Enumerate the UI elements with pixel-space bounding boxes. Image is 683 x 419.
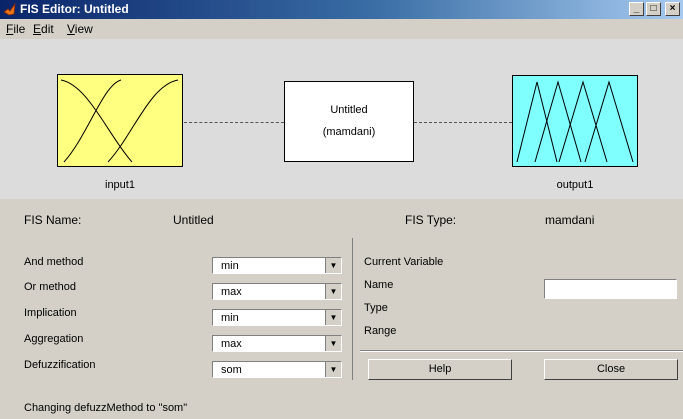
- fis-name-value: Untitled: [173, 213, 214, 227]
- fis-name-label: FIS Name:: [24, 213, 82, 227]
- menu-file[interactable]: File: [6, 22, 25, 36]
- fis-type-label: FIS Type:: [405, 213, 457, 227]
- status-message: Changing defuzzMethod to "som": [24, 402, 188, 414]
- status-bar: Changing defuzzMethod to "som": [0, 382, 683, 419]
- current-variable-heading: Current Variable: [364, 256, 444, 268]
- implication-label: Implication: [24, 307, 77, 319]
- aggregation-label: Aggregation: [24, 333, 84, 345]
- system-type: (mamdani): [322, 126, 376, 138]
- and-method-value: min: [221, 260, 239, 272]
- implication-select[interactable]: min ▼: [212, 309, 342, 326]
- aggregation-value: max: [221, 338, 242, 350]
- chevron-down-icon: ▼: [325, 336, 341, 351]
- maximize-button[interactable]: □: [646, 2, 661, 16]
- system-name: Untitled: [330, 104, 368, 116]
- input-variable-label: input1: [105, 179, 135, 191]
- divider: [360, 350, 683, 352]
- fis-diagram: input1 Untitled (mamdani) output1: [0, 39, 683, 199]
- fis-info-bar: FIS Name: Untitled FIS Type: mamdani: [0, 205, 683, 235]
- output-variable-box[interactable]: [512, 75, 638, 167]
- defuzzification-select[interactable]: som ▼: [212, 361, 342, 378]
- input-membership-functions-plot: [60, 79, 179, 163]
- defuzzification-value: som: [221, 364, 242, 376]
- minimize-button[interactable]: _: [629, 2, 644, 16]
- and-method-label: And method: [24, 256, 84, 268]
- close-window-button[interactable]: ×: [665, 2, 680, 16]
- fis-type-value: mamdani: [545, 213, 595, 227]
- variable-type-label: Type: [364, 302, 388, 314]
- current-variable-panel: Current Variable Name Type Range Help Cl…: [354, 238, 683, 380]
- menu-bar: File Edit View: [0, 19, 683, 39]
- menu-edit[interactable]: Edit: [33, 22, 54, 36]
- variable-name-label: Name: [364, 279, 394, 291]
- input-variable-box[interactable]: [57, 74, 183, 167]
- or-method-label: Or method: [24, 281, 76, 293]
- help-button[interactable]: Help: [368, 359, 512, 380]
- matlab-logo-icon: [3, 3, 16, 16]
- or-method-select[interactable]: max ▼: [212, 283, 342, 300]
- window-title: FIS Editor: Untitled: [20, 2, 129, 16]
- variable-name-field[interactable]: [544, 279, 677, 299]
- chevron-down-icon: ▼: [325, 258, 341, 273]
- defuzzification-label: Defuzzification: [24, 359, 96, 371]
- output-connector: [414, 122, 512, 123]
- fis-editor-window: FIS Editor: Untitled _ □ × File Edit Vie…: [0, 0, 683, 419]
- methods-panel: And method min ▼ Or method max ▼ Implica…: [15, 238, 353, 380]
- menu-view[interactable]: View: [67, 22, 93, 36]
- title-bar[interactable]: FIS Editor: Untitled _ □ ×: [0, 0, 683, 19]
- input-connector: [184, 122, 284, 123]
- output-variable-label: output1: [556, 179, 594, 191]
- chevron-down-icon: ▼: [325, 362, 341, 377]
- and-method-select[interactable]: min ▼: [212, 257, 342, 274]
- close-button[interactable]: Close: [544, 359, 678, 380]
- or-method-value: max: [221, 286, 242, 298]
- output-membership-functions-plot: [516, 80, 634, 163]
- chevron-down-icon: ▼: [325, 284, 341, 299]
- aggregation-select[interactable]: max ▼: [212, 335, 342, 352]
- chevron-down-icon: ▼: [325, 310, 341, 325]
- variable-range-label: Range: [364, 325, 397, 337]
- implication-value: min: [221, 312, 239, 324]
- fis-system-box[interactable]: Untitled (mamdani): [284, 81, 414, 162]
